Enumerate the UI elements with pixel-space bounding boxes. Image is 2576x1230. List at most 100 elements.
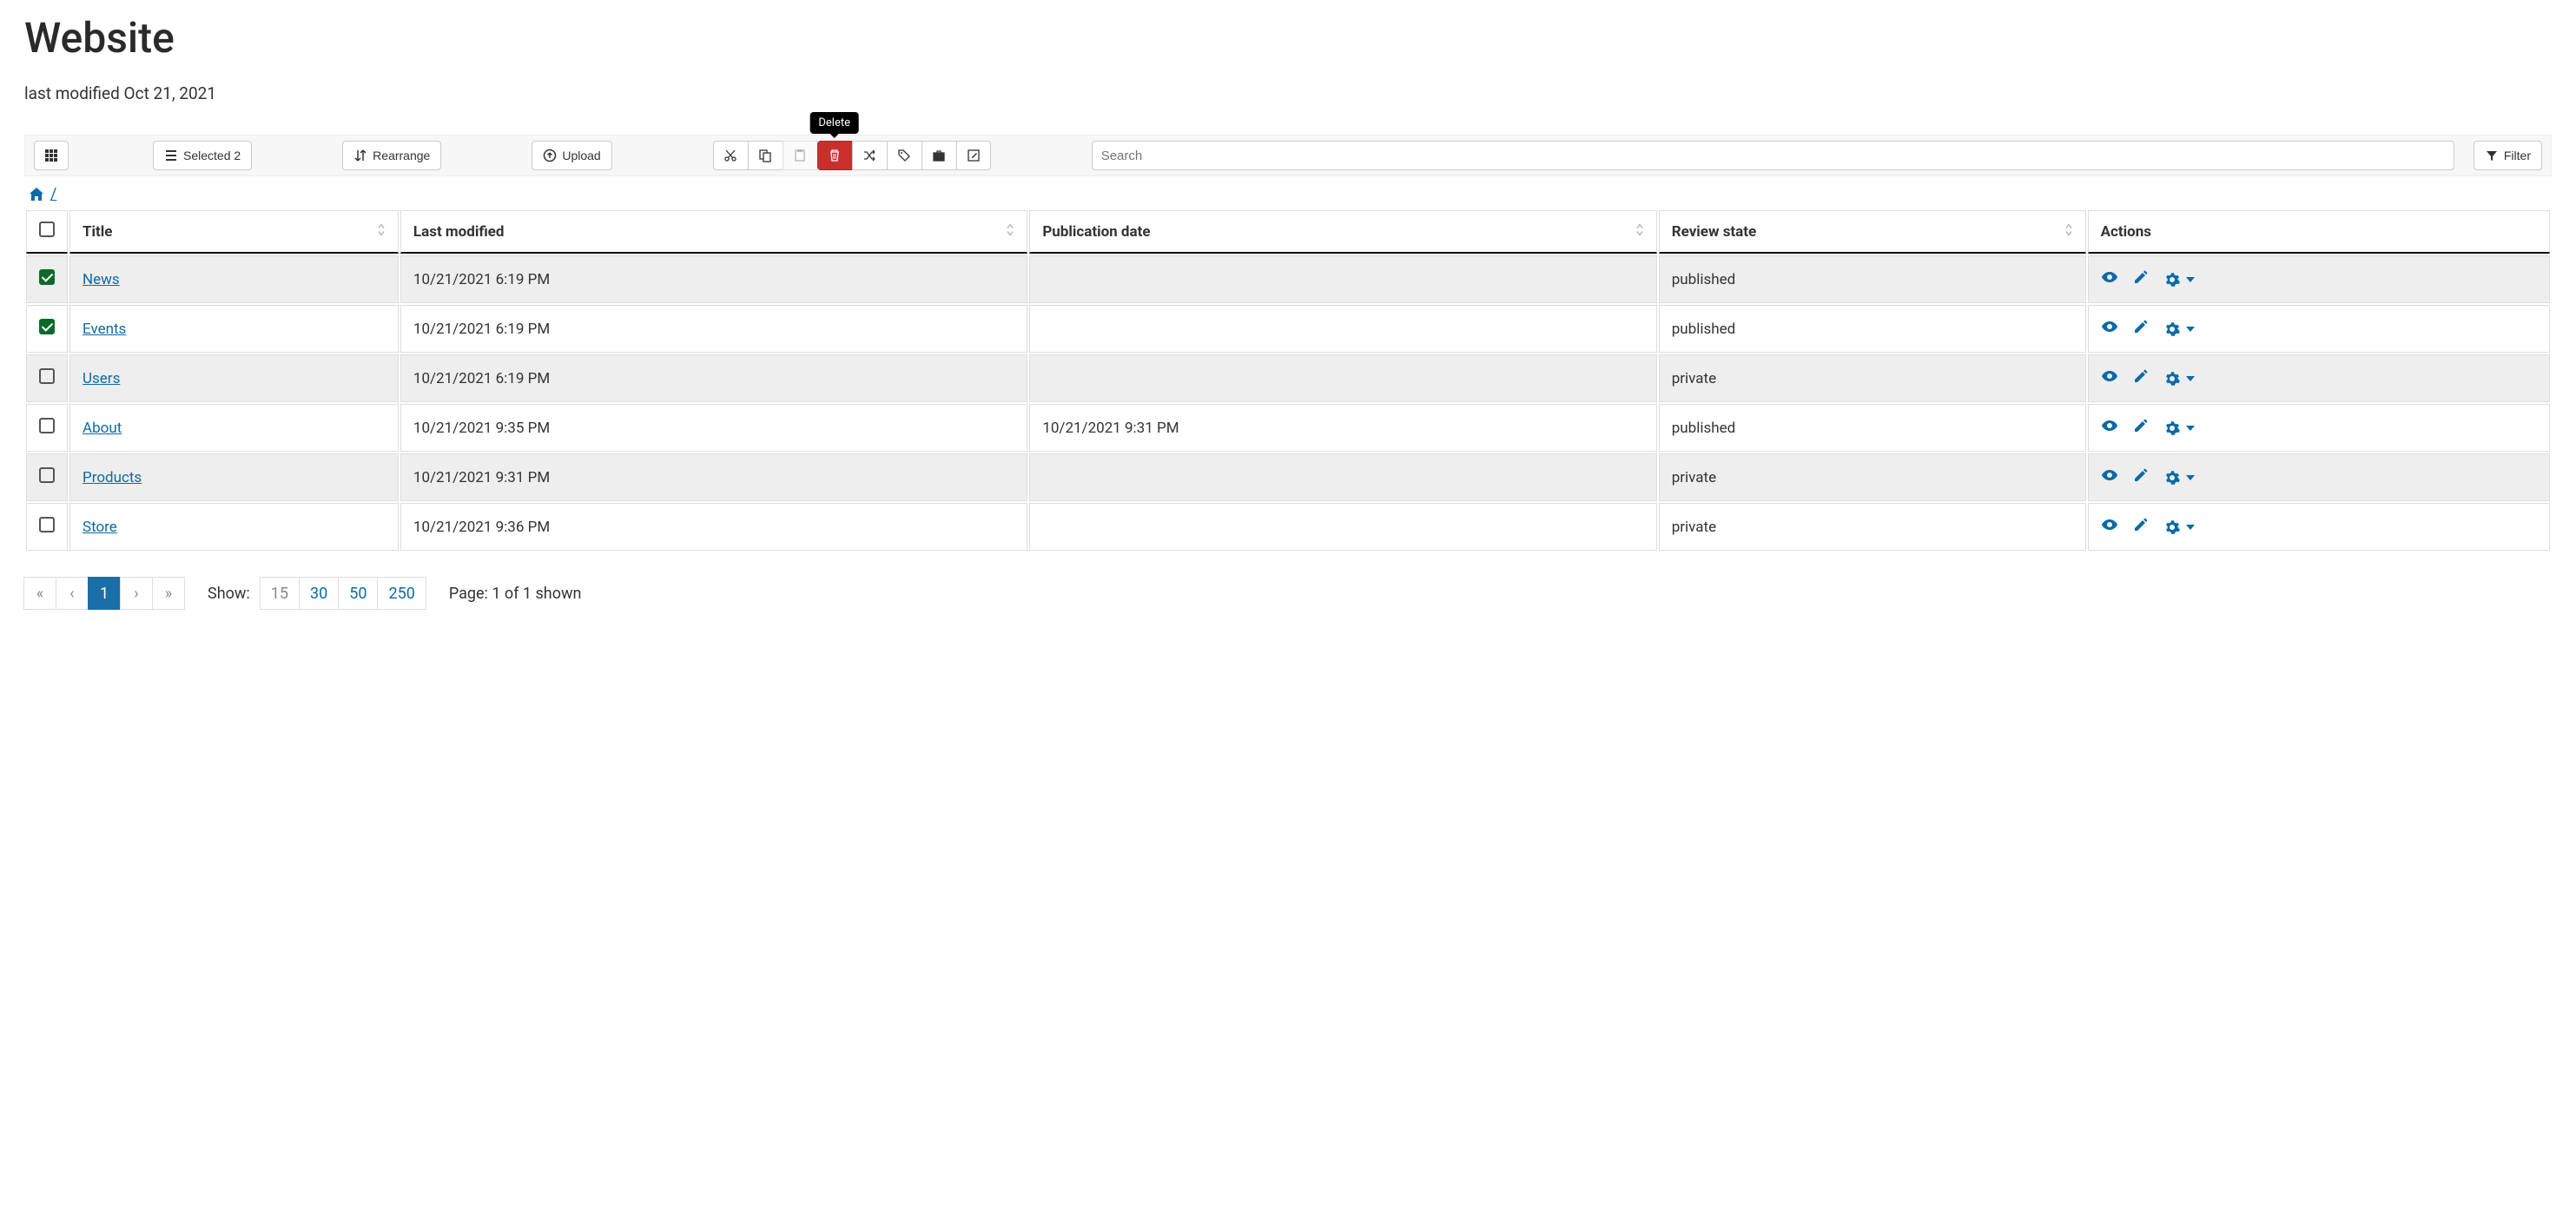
page-title: Website <box>24 13 2552 63</box>
properties-button[interactable] <box>921 141 956 170</box>
filter-button[interactable]: Filter <box>2474 141 2542 170</box>
tags-button[interactable] <box>887 141 921 170</box>
page-next[interactable]: › <box>120 577 153 610</box>
sort-icon <box>375 222 387 241</box>
sort-icon <box>1004 222 1016 241</box>
scissors-icon <box>723 149 737 162</box>
row-publication-date <box>1029 354 1656 402</box>
table-row: Products 10/21/2021 9:31 PM private <box>26 453 2550 501</box>
list-icon <box>164 149 178 162</box>
page-last[interactable]: » <box>152 577 185 610</box>
edit-icon[interactable] <box>2132 466 2150 488</box>
view-icon[interactable] <box>2101 318 2118 340</box>
page-size-group: Show: 153050250 <box>208 577 426 610</box>
page-size-option[interactable]: 30 <box>299 577 339 610</box>
row-publication-date <box>1029 255 1656 303</box>
row-last-modified: 10/21/2021 9:31 PM <box>400 453 1027 501</box>
paste-button[interactable] <box>783 141 817 170</box>
row-publication-date: 10/21/2021 9:31 PM <box>1029 404 1656 452</box>
row-checkbox[interactable] <box>39 319 55 334</box>
selected-button[interactable]: Selected 2 <box>153 141 252 170</box>
search-input[interactable] <box>1092 141 2454 170</box>
filter-label: Filter <box>2504 149 2531 162</box>
view-icon[interactable] <box>2101 417 2118 439</box>
row-title-link[interactable]: Store <box>83 519 117 536</box>
page-current[interactable]: 1 <box>88 577 121 610</box>
edit-icon[interactable] <box>2132 268 2150 290</box>
header-last-modified[interactable]: Last modified <box>400 210 1027 254</box>
table-row: News10/21/2021 6:19 PMpublished <box>26 255 2550 303</box>
filter-icon <box>2485 149 2499 162</box>
row-review-state: published <box>1659 305 2086 353</box>
row-title-link[interactable]: About <box>83 420 122 437</box>
footer: « ‹ 1 › » Show: 153050250 Page: 1 of 1 s… <box>24 577 2552 610</box>
upload-button[interactable]: Upload <box>532 141 611 170</box>
row-title-link[interactable]: Users <box>83 370 120 387</box>
page-info: Page: 1 of 1 shown <box>449 585 582 603</box>
settings-dropdown[interactable] <box>2163 469 2195 486</box>
content-table: Title Last modified Publication date Rev… <box>24 208 2552 552</box>
row-checkbox[interactable] <box>39 517 55 532</box>
row-publication-date <box>1029 453 1656 501</box>
page-prev[interactable]: ‹ <box>56 577 89 610</box>
row-review-state: published <box>1659 255 2086 303</box>
page-first[interactable]: « <box>23 577 56 610</box>
grid-icon <box>44 149 58 162</box>
workflow-button[interactable] <box>852 141 887 170</box>
breadcrumb-root[interactable]: / <box>50 185 56 203</box>
delete-tooltip: Delete <box>809 112 859 134</box>
edit-icon[interactable] <box>2132 318 2150 340</box>
table-row: Store 10/21/2021 9:36 PM private <box>26 503 2550 551</box>
settings-dropdown[interactable] <box>2163 271 2195 288</box>
rearrange-button[interactable]: Rearrange <box>342 141 441 170</box>
row-checkbox[interactable] <box>39 269 55 285</box>
row-last-modified: 10/21/2021 6:19 PM <box>400 305 1027 353</box>
row-title-link[interactable]: News <box>83 271 120 288</box>
header-publication-date[interactable]: Publication date <box>1029 210 1656 254</box>
header-review-state[interactable]: Review state <box>1659 210 2086 254</box>
upload-icon <box>543 149 557 162</box>
row-checkbox[interactable] <box>39 418 55 433</box>
settings-dropdown[interactable] <box>2163 370 2195 387</box>
header-title[interactable]: Title <box>69 210 399 254</box>
delete-button[interactable] <box>817 141 852 170</box>
row-title-link[interactable]: Products <box>83 469 142 486</box>
row-title-link[interactable]: Events <box>83 321 126 338</box>
settings-dropdown[interactable] <box>2163 321 2195 338</box>
shuffle-icon <box>862 149 876 162</box>
selected-label: Selected 2 <box>183 149 241 162</box>
view-icon[interactable] <box>2101 367 2118 389</box>
row-last-modified: 10/21/2021 9:35 PM <box>400 404 1027 452</box>
breadcrumb: / <box>24 176 2552 208</box>
row-publication-date <box>1029 305 1656 353</box>
settings-dropdown[interactable] <box>2163 420 2195 437</box>
settings-dropdown[interactable] <box>2163 519 2195 536</box>
rename-button[interactable] <box>956 141 991 170</box>
edit-icon[interactable] <box>2132 367 2150 389</box>
copy-button[interactable] <box>748 141 783 170</box>
page-size-option[interactable]: 250 <box>377 577 426 610</box>
copy-icon <box>758 149 772 162</box>
row-checkbox[interactable] <box>39 467 55 483</box>
edit-icon[interactable] <box>2132 417 2150 439</box>
sort-icon <box>2063 222 2075 241</box>
page-size-option[interactable]: 15 <box>260 577 300 610</box>
display-mode-button[interactable] <box>34 141 69 170</box>
home-icon[interactable] <box>28 186 45 203</box>
edit-icon[interactable] <box>2132 516 2150 538</box>
pagination: « ‹ 1 › » <box>24 577 185 610</box>
view-icon[interactable] <box>2101 466 2118 488</box>
view-icon[interactable] <box>2101 268 2118 290</box>
cut-button[interactable] <box>713 141 748 170</box>
page-size-option[interactable]: 50 <box>338 577 378 610</box>
row-publication-date <box>1029 503 1656 551</box>
header-select-all[interactable] <box>26 210 68 254</box>
row-review-state: private <box>1659 453 2086 501</box>
row-last-modified: 10/21/2021 9:36 PM <box>400 503 1027 551</box>
toolbar: Selected 2 Rearrange Upload Delete <box>24 135 2552 176</box>
view-icon[interactable] <box>2101 516 2118 538</box>
row-checkbox[interactable] <box>39 368 55 384</box>
sort-icon <box>353 149 367 162</box>
row-review-state: private <box>1659 503 2086 551</box>
header-actions: Actions <box>2088 210 2550 254</box>
